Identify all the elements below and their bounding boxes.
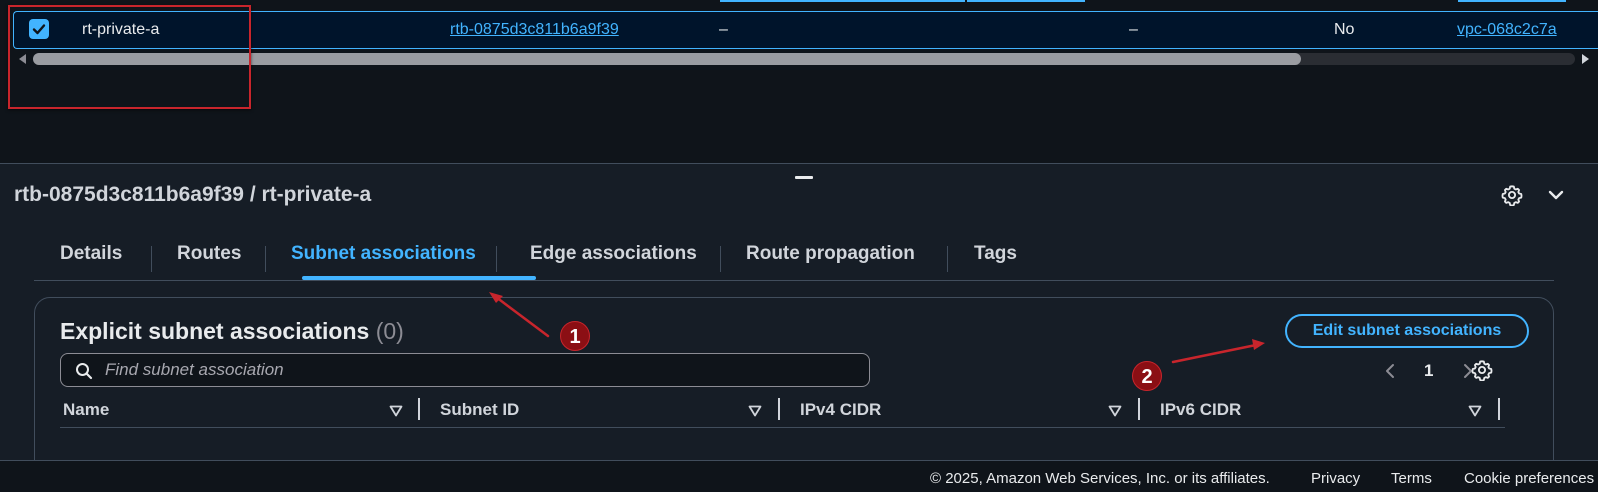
annotation-highlight-box [8,5,251,109]
current-page[interactable]: 1 [1424,361,1433,381]
column-resizer[interactable] [1138,398,1140,420]
cell-vpc-link[interactable]: vpc-068c2c7a [1457,12,1557,48]
footer-cookie-preferences-link[interactable]: Cookie preferences [1464,470,1594,487]
details-panel: rtb-0875d3c811b6a9f39 / rt-private-a Det… [0,164,1598,492]
column-header-ipv4-cidr[interactable]: IPv4 CIDR [800,396,881,424]
tab-separator [151,246,152,272]
footer-privacy-link[interactable]: Privacy [1311,470,1360,487]
column-resizer[interactable] [418,398,420,420]
column-header-name[interactable]: Name [63,396,109,424]
active-tab-indicator [302,276,536,280]
row-link-fragment [967,0,1085,2]
route-table-list: rt-private-a rtb-0875d3c811b6a9f39 – – N… [0,0,1598,163]
scroll-right-arrow-icon[interactable] [1582,54,1589,64]
tab-bar: Details Routes Subnet associations Edge … [34,237,1554,281]
collapse-panel-button[interactable] [1542,181,1570,209]
row-link-fragment [1458,0,1566,2]
tab-routes[interactable]: Routes [177,237,241,279]
search-icon [76,363,93,380]
column-header-ipv6-cidr[interactable]: IPv6 CIDR [1160,396,1241,424]
annotation-badge-2: 2 [1132,361,1162,391]
cell-route-table-id-link[interactable]: rtb-0875d3c811b6a9f39 [450,12,619,48]
section-count: (0) [375,318,404,344]
chevron-left-icon[interactable] [1380,361,1400,381]
scrollbar-track[interactable] [33,53,1575,65]
split-pane-resize-handle[interactable] [795,176,813,179]
horizontal-scrollbar[interactable] [15,52,1593,66]
panel-settings-button[interactable] [1498,181,1526,209]
cell-edge-association: – [1129,21,1138,38]
footer-terms-link[interactable]: Terms [1391,470,1432,487]
sort-triangle-icon[interactable] [748,405,762,417]
page-title: rtb-0875d3c811b6a9f39 / rt-private-a [14,183,372,206]
column-resizer[interactable] [1498,398,1500,420]
tab-separator [265,246,266,272]
sort-triangle-icon[interactable] [1468,405,1482,417]
gear-icon [1471,360,1493,381]
tab-edge-associations[interactable]: Edge associations [530,237,697,279]
footer: © 2025, Amazon Web Services, Inc. or its… [0,460,1598,492]
row-link-fragment [720,0,965,2]
tab-separator [496,246,497,272]
gear-icon [1501,185,1523,206]
section-title-text: Explicit subnet associations [60,318,370,344]
tab-separator [720,246,721,272]
table-preferences-button[interactable] [1468,356,1496,384]
tab-route-propagation[interactable]: Route propagation [746,237,915,279]
sort-triangle-icon[interactable] [389,405,403,417]
cell-main: No [1334,21,1355,38]
chevron-down-icon [1548,190,1564,200]
search-input[interactable] [105,354,845,386]
sort-triangle-icon[interactable] [1108,405,1122,417]
tab-subnet-associations[interactable]: Subnet associations [291,237,476,279]
tab-details[interactable]: Details [60,237,122,279]
footer-copyright: © 2025, Amazon Web Services, Inc. or its… [930,470,1270,487]
tab-separator [947,246,948,272]
search-field[interactable] [60,353,870,387]
column-resizer[interactable] [778,398,780,420]
column-header-subnet-id[interactable]: Subnet ID [440,396,519,424]
section-title: Explicit subnet associations (0) [60,318,404,345]
tab-tags[interactable]: Tags [974,237,1017,279]
table-header-divider [60,427,1505,428]
edit-subnet-associations-button[interactable]: Edit subnet associations [1285,314,1529,348]
cell-explicit-subnet: – [719,21,728,38]
annotation-badge-1: 1 [560,321,590,351]
